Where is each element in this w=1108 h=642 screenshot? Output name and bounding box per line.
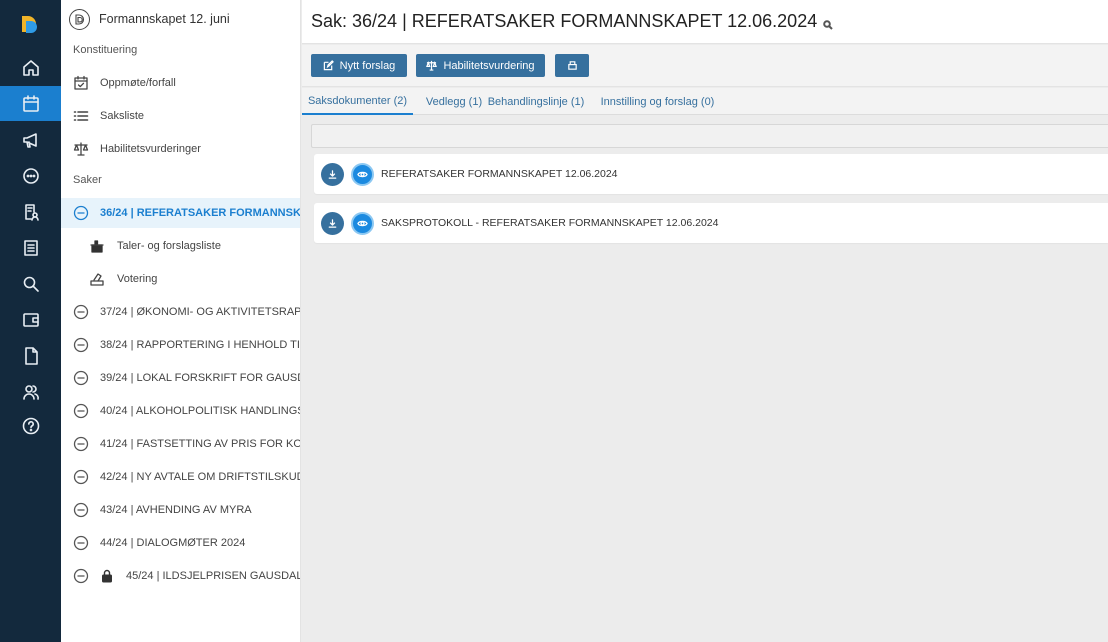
meeting-logo-icon: [69, 8, 90, 30]
tab-recommendation[interactable]: Innstilling og forslag (0): [595, 88, 720, 115]
case-label: 36/24 | REFERATSAKER FORMANNSKAPET 12.06…: [100, 207, 301, 219]
case-label: 45/24 | ILDSJELPRISEN GAUSDAL KOMMUNE: [126, 570, 301, 582]
case-label: 37/24 | ØKONOMI- OG AKTIVITETSRAPPORTERI…: [100, 306, 301, 318]
list-document-icon[interactable]: [0, 230, 61, 265]
calendar-check-icon: [73, 75, 89, 91]
case-label: 40/24 | ALKOHOLPOLITISK HANDLINGSPLAN: [100, 405, 300, 417]
home-icon[interactable]: [0, 50, 61, 85]
case-label: 42/24 | NY AVTALE OM DRIFTSTILSKUDD: [100, 471, 301, 483]
document-name: REFERATSAKER FORMANNSKAPET 12.06.2024: [381, 168, 618, 180]
nav-item-label: Oppmøte/forfall: [100, 77, 176, 89]
case-item[interactable]: 39/24 | LOKAL FORSKRIFT FOR GAUSDAL KOMM…: [61, 363, 300, 393]
case-label: 39/24 | LOKAL FORSKRIFT FOR GAUSDAL KOMM…: [100, 372, 300, 384]
app-logo-icon[interactable]: [16, 12, 44, 40]
new-proposal-button[interactable]: Nytt forslag: [311, 54, 407, 77]
collapse-icon[interactable]: [73, 535, 89, 551]
tab-attachments[interactable]: Vedlegg (1): [414, 88, 494, 115]
print-button[interactable]: [555, 54, 589, 77]
case-toolbar: Nytt forslag Habilitetsvurdering: [302, 45, 1108, 87]
scales-icon: [73, 141, 89, 157]
list-icon: [73, 108, 89, 124]
wallet-icon[interactable]: [0, 302, 61, 337]
lock-icon: [100, 569, 114, 583]
case-tabs: Saksdokumenter (2) Vedlegg (1) Behandlin…: [302, 88, 1108, 115]
case-header: Sak: 36/24 | REFERATSAKER FORMANNSKAPET …: [302, 0, 1108, 44]
collapse-icon[interactable]: [73, 205, 89, 221]
case-item[interactable]: 42/24 | NY AVTALE OM DRIFTSTILSKUDD: [61, 462, 301, 492]
eye-icon[interactable]: [351, 162, 374, 186]
nav-item-agenda[interactable]: Saksliste: [61, 101, 300, 131]
collapse-icon[interactable]: [73, 403, 89, 419]
meeting-title: Formannskapet 12. juni: [99, 12, 230, 26]
case-detail: Sak: 36/24 | REFERATSAKER FORMANNSKAPET …: [302, 0, 1108, 642]
document-row[interactable]: REFERATSAKER FORMANNSKAPET 12.06.2024: [314, 154, 1108, 194]
document-person-icon[interactable]: [0, 194, 61, 229]
collapse-icon[interactable]: [73, 370, 89, 386]
search-icon[interactable]: [823, 17, 833, 30]
case-item[interactable]: 44/24 | DIALOGMØTER 2024: [61, 528, 300, 558]
file-icon[interactable]: [0, 338, 61, 373]
collapse-icon[interactable]: [73, 304, 89, 320]
download-icon[interactable]: [321, 162, 344, 186]
nav-item-speakers[interactable]: Taler- og forslagsliste: [61, 231, 300, 261]
case-item-selected[interactable]: 36/24 | REFERATSAKER FORMANNSKAPET 12.06…: [61, 198, 301, 228]
download-icon[interactable]: [321, 211, 344, 235]
ballot-icon: [89, 271, 105, 287]
filter-bar[interactable]: [311, 124, 1108, 148]
meeting-navigation: Formannskapet 12. juni Konstituering Opp…: [61, 0, 301, 642]
page-title: Sak: 36/24 | REFERATSAKER FORMANNSKAPET …: [311, 11, 818, 31]
case-item[interactable]: 43/24 | AVHENDING AV MYRA: [61, 495, 300, 525]
tab-processing-line[interactable]: Behandlingslinje (1): [488, 88, 585, 115]
document-row[interactable]: SAKSPROTOKOLL - REFERATSAKER FORMANNSKAP…: [314, 203, 1108, 243]
nav-item-label: Votering: [117, 273, 158, 285]
nav-item-competence[interactable]: Habilitetsvurderinger: [61, 134, 300, 164]
podium-icon: [89, 238, 105, 254]
collapse-icon[interactable]: [73, 337, 89, 353]
case-label: 43/24 | AVHENDING AV MYRA: [100, 504, 252, 516]
case-item[interactable]: 40/24 | ALKOHOLPOLITISK HANDLINGSPLAN: [61, 396, 300, 426]
users-icon[interactable]: [0, 374, 61, 409]
edit-icon: [323, 60, 334, 71]
nav-item-voting[interactable]: Votering: [61, 264, 300, 294]
collapse-icon[interactable]: [73, 436, 89, 452]
button-label: Nytt forslag: [339, 59, 396, 72]
case-item[interactable]: 38/24 | RAPPORTERING I HENHOLD TIL FINAN…: [61, 330, 300, 360]
nav-item-attendance[interactable]: Oppmøte/forfall: [61, 68, 300, 98]
case-item[interactable]: 41/24 | FASTSETTING AV PRIS FOR KOMMUNAL…: [61, 429, 301, 459]
case-label: 38/24 | RAPPORTERING I HENHOLD TIL FINAN…: [100, 339, 300, 351]
scales-icon: [426, 60, 438, 71]
section-cases: Saker: [73, 174, 102, 186]
search-icon[interactable]: [0, 266, 61, 301]
document-name: SAKSPROTOKOLL - REFERATSAKER FORMANNSKAP…: [381, 217, 719, 229]
section-constitution: Konstituering: [73, 44, 138, 56]
collapse-icon[interactable]: [73, 568, 89, 584]
case-item-locked[interactable]: 45/24 | ILDSJELPRISEN GAUSDAL KOMMUNE: [61, 561, 301, 591]
chat-icon[interactable]: [0, 158, 61, 193]
calendar-icon[interactable]: [0, 86, 61, 121]
nav-item-label: Habilitetsvurderinger: [100, 143, 201, 155]
case-label: 41/24 | FASTSETTING AV PRIS FOR KOMMUNAL…: [100, 438, 301, 450]
collapse-icon[interactable]: [73, 502, 89, 518]
collapse-icon[interactable]: [73, 469, 89, 485]
meeting-header[interactable]: Formannskapet 12. juni: [69, 8, 299, 30]
tab-case-documents[interactable]: Saksdokumenter (2): [302, 88, 413, 115]
nav-item-label: Saksliste: [100, 110, 145, 122]
case-label: 44/24 | DIALOGMØTER 2024: [100, 537, 246, 549]
competence-assessment-button[interactable]: Habilitetsvurdering: [416, 54, 545, 77]
megaphone-icon[interactable]: [0, 122, 61, 157]
printer-icon: [567, 61, 577, 70]
app-rail: [0, 0, 61, 642]
eye-icon[interactable]: [351, 211, 374, 235]
case-item[interactable]: 37/24 | ØKONOMI- OG AKTIVITETSRAPPORTERI…: [61, 297, 301, 327]
help-icon[interactable]: [0, 408, 61, 443]
nav-item-label: Taler- og forslagsliste: [117, 240, 221, 252]
button-label: Habilitetsvurdering: [443, 59, 535, 72]
